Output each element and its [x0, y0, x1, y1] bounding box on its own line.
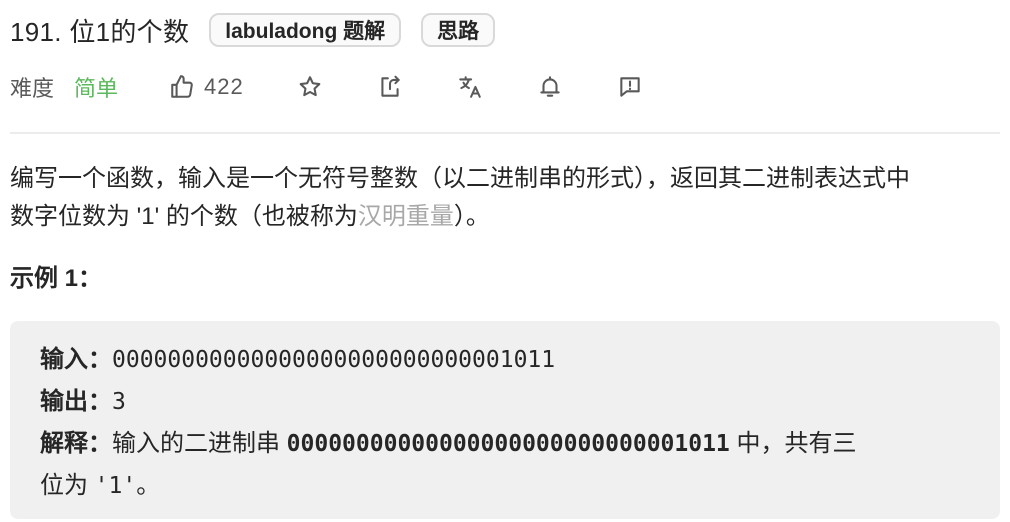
example-explanation-line: 解释：输入的二进制串 00000000000000000000000000001… [40, 423, 970, 465]
input-value: 00000000000000000000000000001011 [112, 347, 556, 373]
output-value: 3 [112, 389, 126, 415]
like-count: 422 [204, 74, 244, 99]
description-text-end: ）。 [453, 203, 490, 230]
example-title: 示例 1： [10, 265, 103, 292]
star-icon[interactable] [296, 73, 324, 101]
bell-icon[interactable] [536, 73, 564, 101]
problem-title: 191. 位1的个数 [10, 16, 190, 47]
explanation-text-2: 中，共有三 [729, 430, 857, 457]
example-input-line: 输入：00000000000000000000000000001011 [40, 339, 970, 381]
explanation-text: 输入的二进制串 [112, 430, 287, 457]
explanation-label: 解释： [40, 430, 112, 457]
difficulty-value: 简单 [74, 76, 119, 101]
input-label: 输入： [40, 346, 112, 373]
example-output-line: 输出：3 [40, 381, 970, 423]
tag-idea[interactable]: 思路 [421, 13, 496, 47]
translate-icon[interactable] [456, 73, 484, 101]
tag-labuladong-solution[interactable]: labuladong 题解 [209, 13, 402, 47]
explanation-code: 00000000000000000000000000001011 [286, 431, 730, 457]
problem-description: 编写一个函数，输入是一个无符号整数（以二进制串的形式），返回其二进制表达式中 数… [10, 160, 1002, 236]
difficulty-label: 难度 [10, 76, 55, 101]
problem-header: 191. 位1的个数 labuladong 题解 思路 [10, 8, 1000, 52]
divider [10, 132, 1000, 134]
feedback-icon[interactable] [616, 73, 644, 101]
description-text: 数字位数为 '1' 的个数（也被称为 [10, 203, 358, 230]
explanation-text-4: 。 [136, 472, 161, 499]
example-code-block: 输入：00000000000000000000000000001011 输出：3… [10, 321, 1000, 519]
thumbs-up-icon [168, 73, 196, 101]
example-explanation-line-2: 位为 '1'。 [40, 465, 970, 507]
output-label: 输出： [40, 388, 112, 415]
hamming-weight-link[interactable]: 汉明重量 [358, 203, 454, 230]
description-line-2: 数字位数为 '1' 的个数（也被称为汉明重量）。 [10, 198, 1002, 236]
like-button[interactable]: 422 [168, 73, 244, 101]
share-icon[interactable] [376, 73, 404, 101]
problem-meta-bar: 难度 简单 422 [10, 66, 644, 108]
description-line-1: 编写一个函数，输入是一个无符号整数（以二进制串的形式），返回其二进制表达式中 [10, 165, 910, 192]
explanation-text-3: 位为 [40, 472, 95, 499]
explanation-code-2: '1' [94, 473, 137, 499]
